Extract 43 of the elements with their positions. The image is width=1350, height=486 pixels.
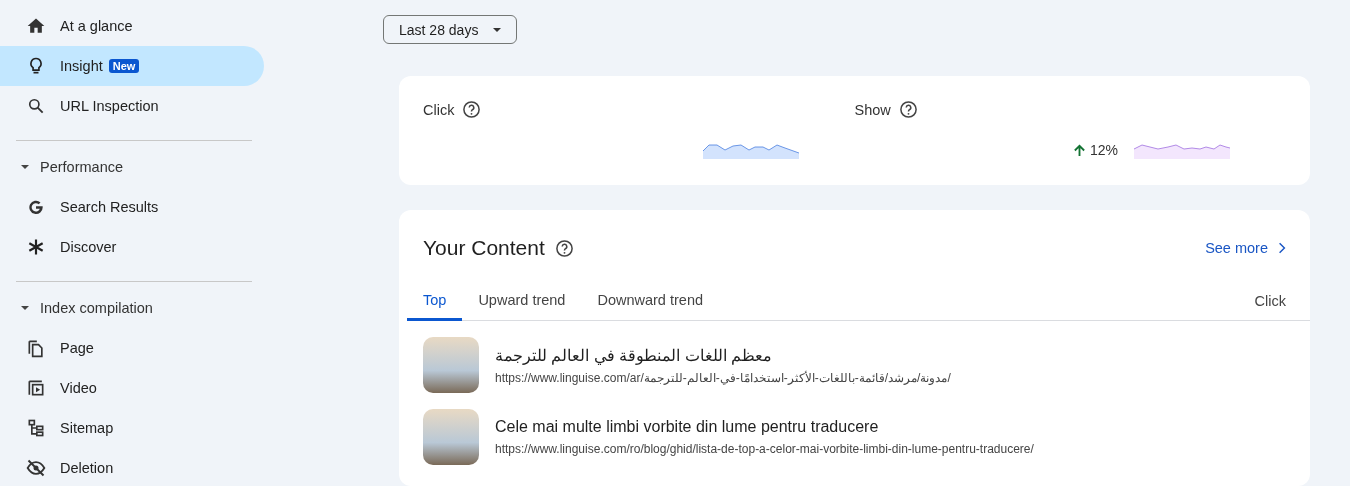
see-more-link[interactable]: See more — [1205, 240, 1286, 257]
caret-icon — [20, 162, 30, 172]
help-icon[interactable] — [554, 238, 574, 258]
card-title: Your Content — [423, 236, 545, 261]
nav-item[interactable]: Search Results — [0, 187, 264, 227]
photo-placeholder — [423, 337, 479, 394]
page-title[interactable]: Cele mai multe limbi vorbite din lume pentru traducere — [495, 418, 1034, 437]
sitemap-icon — [26, 418, 46, 438]
pages-icon — [26, 338, 46, 358]
date-range-dropdown[interactable]: Last 28 days — [383, 15, 518, 45]
nav-item[interactable]: Deletion — [0, 448, 264, 486]
nav-item[interactable]: Insight New — [0, 46, 264, 86]
caret-icon — [20, 303, 30, 313]
column-header: Click — [1254, 293, 1286, 310]
asterisk-icon — [26, 237, 46, 257]
section-title: Index compilation — [40, 300, 153, 316]
nav-item[interactable]: Page — [0, 328, 264, 368]
page-url: https://www.linguise.com/ar/مدونة/مرشد/قائمة-باللغات-الأكثر-استخدامًا-في-العالم-للترجمة/ — [495, 370, 951, 385]
page-title[interactable]: معظم اللغات المنطوقة في العالم للترجمة — [495, 345, 951, 365]
help-icon[interactable] — [462, 100, 482, 120]
tab[interactable]: Downward trend — [581, 282, 719, 322]
page-url: https://www.linguise.com/ro/blog/ghid/lista-de-top-a-celor-mai-vorbite-limbi-din-lume-pentru-traducere/ — [495, 442, 1034, 457]
video-icon — [26, 378, 46, 398]
crossed-eye-icon — [26, 458, 46, 478]
metric-label: Show — [854, 101, 891, 118]
metric-label: Click — [423, 101, 455, 118]
nav-item[interactable]: At a glance — [0, 6, 264, 46]
nav-item[interactable]: Discover — [0, 227, 264, 267]
nav-item[interactable]: URL Inspection — [0, 86, 264, 126]
help-icon[interactable] — [898, 100, 918, 120]
section-header[interactable]: Performance — [0, 147, 264, 187]
photo-placeholder — [423, 409, 479, 466]
section-header[interactable]: Index compilation — [0, 288, 264, 328]
chevron-right-icon — [1278, 242, 1286, 255]
nav-item[interactable]: Sitemap — [0, 408, 264, 448]
tab[interactable]: Upward trend — [462, 282, 582, 322]
change-percent: 12% — [1089, 142, 1118, 159]
home-icon — [26, 16, 46, 36]
search-icon — [26, 96, 46, 116]
section-title: Performance — [40, 159, 123, 175]
new-badge: New — [108, 59, 140, 73]
nav-item[interactable]: Video — [0, 368, 264, 408]
tab[interactable]: Top — [407, 282, 463, 322]
